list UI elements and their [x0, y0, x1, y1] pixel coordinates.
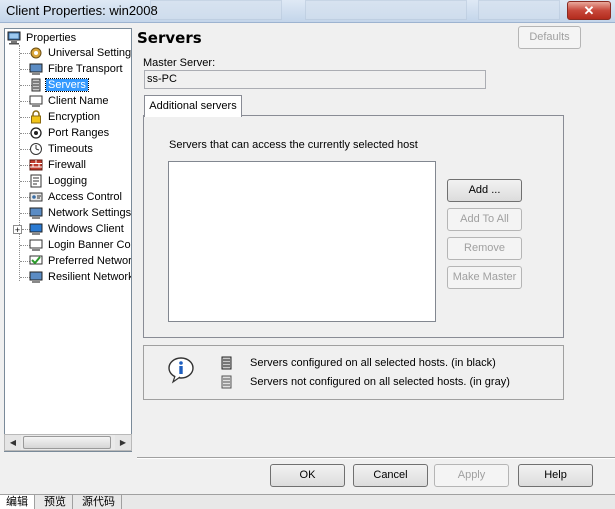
background-column-header	[150, 0, 282, 20]
scroll-right-icon[interactable]: ▶	[115, 435, 131, 450]
fibre-transport-icon	[29, 63, 43, 76]
make-master-button[interactable]: Make Master	[447, 266, 522, 289]
servers-list[interactable]	[168, 161, 436, 322]
add-to-all-button[interactable]: Add To All	[447, 208, 522, 231]
close-button[interactable]: ✕	[567, 1, 611, 20]
legend-configured-text: Servers configured on all selected hosts…	[250, 357, 496, 369]
servers-icon	[31, 78, 41, 92]
server-black-icon	[221, 356, 232, 370]
access-control-icon	[29, 192, 43, 202]
legend-not-configured-text: Servers not configured on all selected h…	[250, 376, 510, 388]
sidebar-item-network-settings[interactable]: Network Settings	[29, 205, 132, 221]
tab-edit[interactable]: 编辑	[0, 495, 35, 509]
apply-button[interactable]: Apply	[434, 464, 509, 487]
background-column-header	[305, 0, 467, 20]
sidebar-item-client-name[interactable]: Client Name	[29, 93, 111, 109]
sidebar-item-firewall[interactable]: Firewall	[29, 157, 88, 173]
sidebar-item-universal-settings[interactable]: Universal Settings	[29, 45, 132, 61]
tab-additional-servers[interactable]: Additional servers	[144, 95, 242, 117]
logging-icon	[30, 174, 42, 188]
login-banner-icon	[29, 239, 43, 252]
tree-horizontal-scrollbar[interactable]: ◀ ▶	[4, 434, 132, 451]
tree-root-label: Properties	[26, 32, 77, 45]
server-gray-icon	[221, 375, 232, 389]
sidebar-item-logging[interactable]: Logging	[29, 173, 89, 189]
sidebar-item-label: Windows Client	[48, 223, 124, 236]
windows-client-icon	[29, 223, 43, 236]
title-bar: Client Properties: win2008 ✕	[0, 0, 615, 23]
universal-settings-icon	[30, 47, 42, 59]
close-icon: ✕	[583, 3, 595, 18]
sidebar-item-label: Resilient Network	[48, 271, 132, 284]
sidebar-item-preferred-network[interactable]: Preferred Network	[29, 253, 132, 269]
footer-divider	[137, 457, 615, 459]
sidebar-item-resilient-network[interactable]: Resilient Network	[29, 269, 132, 285]
firewall-icon	[29, 159, 43, 171]
sidebar-item-label: Login Banner Conf	[48, 239, 132, 252]
sidebar-item-access-control[interactable]: Access Control	[29, 189, 124, 205]
sidebar-item-windows-client[interactable]: Windows Client	[29, 221, 126, 237]
list-caption: Servers that can access the currently se…	[169, 139, 418, 151]
background-column-header	[478, 0, 560, 20]
properties-tree[interactable]: Properties Universal Settings Fibre Tran…	[4, 28, 132, 452]
legend-box: Servers configured on all selected hosts…	[143, 345, 564, 400]
remove-button[interactable]: Remove	[447, 237, 522, 260]
master-server-label: Master Server:	[143, 57, 216, 69]
port-ranges-icon	[30, 127, 42, 139]
sidebar-item-label: Fibre Transport	[48, 63, 123, 76]
sidebar-item-encryption[interactable]: Encryption	[29, 109, 102, 125]
computer-icon	[7, 31, 21, 45]
sidebar-item-timeouts[interactable]: Timeouts	[29, 141, 95, 157]
sidebar-item-port-ranges[interactable]: Port Ranges	[29, 125, 111, 141]
tab-preview[interactable]: 预览	[38, 495, 73, 509]
master-server-field[interactable]: ss-PC	[144, 70, 486, 89]
tree-root-properties[interactable]: Properties	[7, 30, 78, 46]
sidebar-item-fibre-transport[interactable]: Fibre Transport	[29, 61, 125, 77]
network-settings-icon	[29, 207, 43, 220]
cancel-button[interactable]: Cancel	[353, 464, 428, 487]
info-icon	[168, 357, 194, 384]
sidebar-item-label: Access Control	[48, 191, 122, 204]
sidebar-item-label: Port Ranges	[48, 127, 110, 140]
sidebar-item-servers[interactable]: Servers	[29, 77, 89, 93]
sidebar-item-label: Encryption	[48, 111, 100, 124]
expand-windows-client[interactable]: +	[13, 225, 22, 235]
resilient-network-icon	[29, 271, 43, 284]
defaults-button[interactable]: Defaults	[518, 26, 581, 49]
sidebar-item-label: Preferred Network	[48, 255, 132, 268]
scrollbar-thumb[interactable]	[23, 436, 111, 449]
timeouts-icon	[30, 143, 42, 156]
sidebar-item-label: Network Settings	[48, 207, 132, 220]
add-button[interactable]: Add ...	[447, 179, 522, 202]
sidebar-item-login-banner[interactable]: Login Banner Conf	[29, 237, 132, 253]
help-button[interactable]: Help	[518, 464, 593, 487]
tab-source[interactable]: 源代码	[76, 495, 122, 509]
sidebar-item-label: Universal Settings	[48, 47, 132, 60]
preferred-network-icon	[29, 255, 43, 265]
sidebar-item-label: Servers	[45, 78, 89, 93]
sidebar-item-label: Client Name	[48, 95, 109, 108]
scroll-left-icon[interactable]: ◀	[5, 435, 21, 450]
window-title: Client Properties: win2008	[6, 3, 158, 18]
sidebar-item-label: Timeouts	[48, 143, 93, 156]
ok-button[interactable]: OK	[270, 464, 345, 487]
client-name-icon	[29, 95, 43, 108]
sidebar-item-label: Firewall	[48, 159, 86, 172]
encryption-icon	[31, 110, 41, 124]
sidebar-item-label: Logging	[48, 175, 88, 188]
page-title: Servers	[137, 29, 202, 47]
editor-tab-strip: 编辑 预览 源代码	[0, 494, 615, 509]
